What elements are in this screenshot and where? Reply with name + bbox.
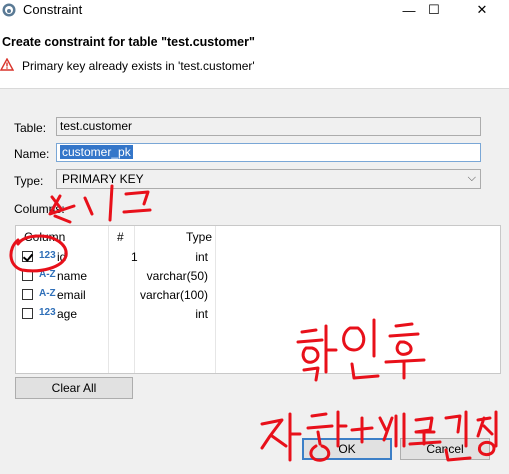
name-value: customer_pk — [60, 145, 133, 159]
table-field: test.customer — [56, 117, 481, 136]
type-label: Type: — [14, 174, 44, 188]
error-message: Primary key already exists in 'test.cust… — [22, 59, 255, 73]
column-checkbox[interactable] — [22, 251, 33, 262]
column-checkbox[interactable] — [22, 270, 33, 281]
text-type-icon: A-Z — [39, 288, 56, 299]
cancel-button[interactable]: Cancel — [400, 438, 490, 460]
clear-all-button[interactable]: Clear All — [15, 377, 133, 399]
ok-button[interactable]: OK — [302, 438, 392, 460]
columns-table[interactable]: Column # Type 123 id 1 int A-Z name varc… — [15, 225, 501, 374]
column-header-type[interactable]: Type — [186, 230, 212, 244]
dialog-header: Create constraint for table "test.custom… — [0, 20, 509, 89]
column-type: varchar(50) — [146, 269, 208, 283]
numeric-type-icon: 123 — [39, 307, 56, 318]
title-bar: Constraint — ☐ ✕ — [0, 0, 509, 20]
column-checkbox[interactable] — [22, 308, 33, 319]
maximize-icon: ☐ — [428, 2, 440, 17]
table-value: test.customer — [60, 119, 133, 133]
column-checkbox[interactable] — [22, 289, 33, 300]
type-value: PRIMARY KEY — [62, 172, 144, 186]
type-select[interactable]: PRIMARY KEY ⌵ — [56, 169, 481, 189]
column-name: age — [57, 307, 78, 321]
app-icon — [2, 3, 16, 17]
column-header-ordinal[interactable]: # — [117, 230, 124, 244]
table-row[interactable]: A-Z name varchar(50) — [16, 267, 216, 286]
column-name: name — [57, 269, 88, 283]
column-name: id — [57, 250, 67, 264]
table-row[interactable]: 123 age int — [16, 305, 216, 324]
dialog-body: Table: test.customer Name: customer_pk T… — [0, 89, 509, 474]
name-label: Name: — [14, 147, 50, 161]
column-type: varchar(100) — [139, 288, 208, 302]
text-type-icon: A-Z — [39, 269, 56, 280]
columns-label: Columns: — [14, 202, 65, 216]
table-row[interactable]: A-Z email varchar(100) — [16, 286, 216, 305]
table-row[interactable]: 123 id 1 int — [16, 248, 216, 267]
close-icon: ✕ — [476, 2, 488, 17]
maximize-button[interactable]: ☐ — [414, 0, 454, 20]
column-type: int — [195, 250, 208, 264]
close-button[interactable]: ✕ — [462, 0, 502, 20]
warning-icon — [0, 58, 14, 71]
chevron-down-icon: ⌵ — [467, 172, 476, 184]
column-name: email — [57, 288, 86, 302]
numeric-type-icon: 123 — [39, 250, 56, 261]
dialog-title: Create constraint for table "test.custom… — [2, 35, 255, 49]
table-label: Table: — [14, 121, 47, 135]
column-type: int — [195, 307, 208, 321]
column-header-column[interactable]: Column — [24, 230, 65, 244]
window-title: Constraint — [23, 2, 83, 17]
name-input[interactable]: customer_pk — [56, 143, 481, 162]
